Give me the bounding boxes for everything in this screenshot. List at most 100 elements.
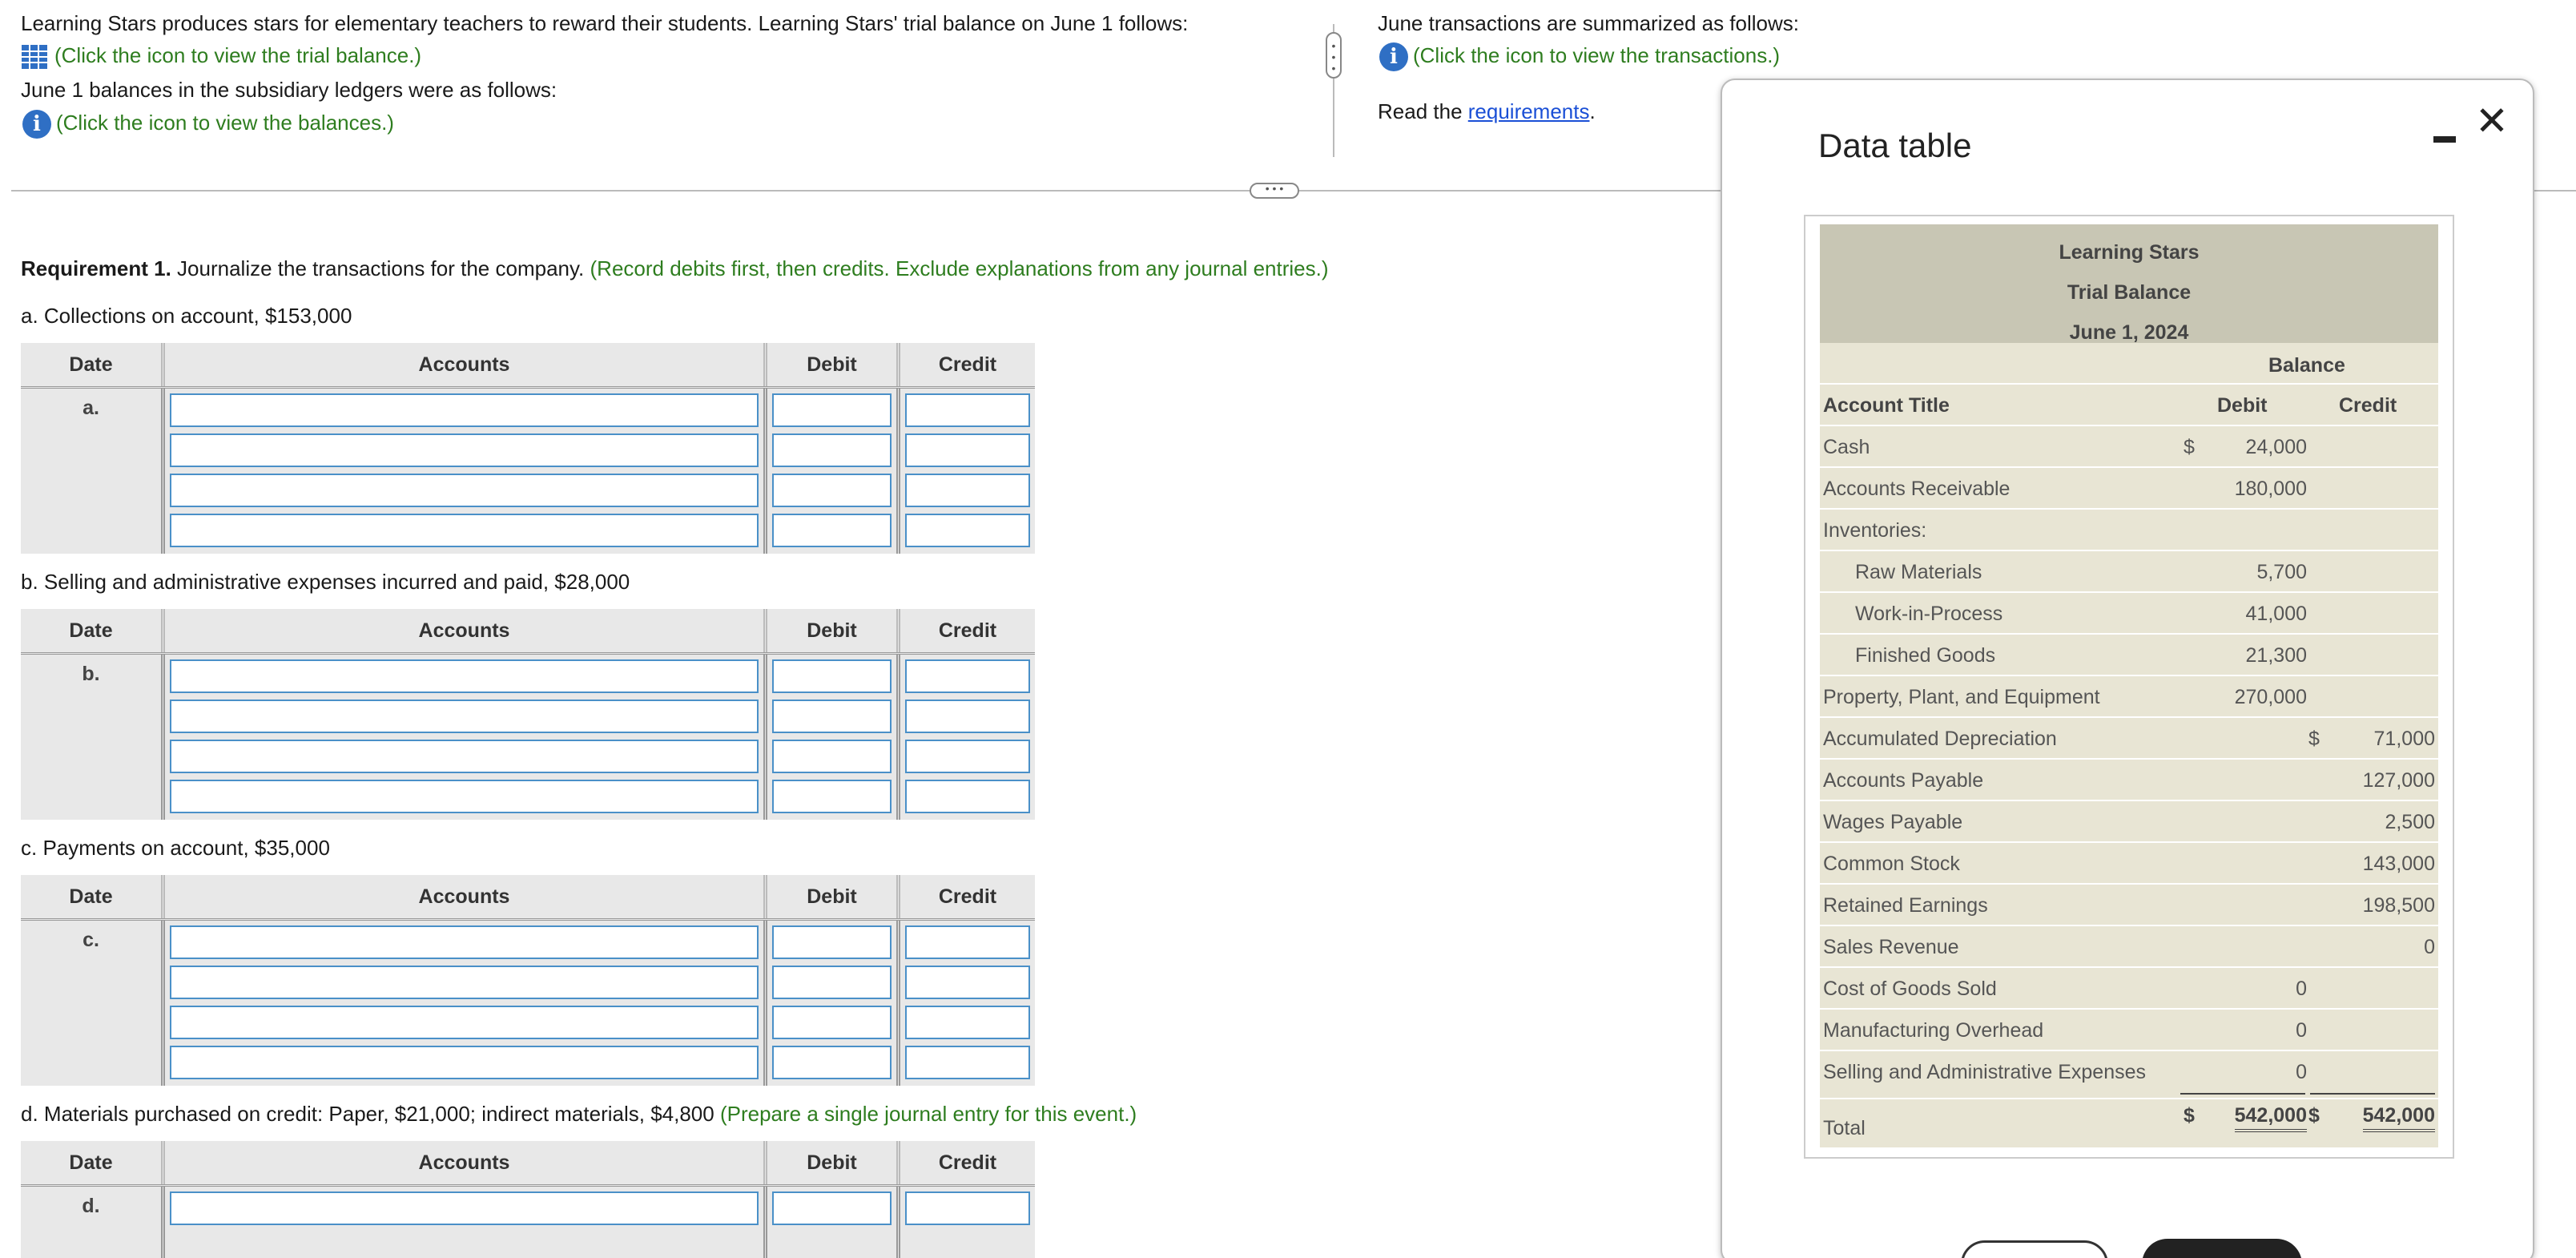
data-table-modal: Data table ✕ Learning Stars Trial Balanc… xyxy=(1721,79,2534,1258)
transactions-link-row[interactable]: i(Click the icon to view the transaction… xyxy=(1379,42,1780,71)
account-input[interactable] xyxy=(170,966,759,999)
trial-balance-row: Accounts Receivable180,000 xyxy=(1820,468,2438,510)
credit-input[interactable] xyxy=(905,740,1030,773)
debit-value: 41,000 xyxy=(2246,603,2307,626)
date-label: c. xyxy=(21,929,161,952)
debit-input[interactable] xyxy=(772,966,892,999)
account-input[interactable] xyxy=(170,433,759,467)
credit-input[interactable] xyxy=(905,659,1030,693)
journal-body: d. xyxy=(21,1184,1035,1258)
debit-underline xyxy=(2180,1093,2305,1095)
account-input[interactable] xyxy=(170,1191,759,1225)
account-title: Cost of Goods Sold xyxy=(1823,978,1997,1001)
debit-header: Debit xyxy=(767,343,900,386)
credit-input[interactable] xyxy=(905,514,1030,547)
debit-input[interactable] xyxy=(772,925,892,959)
credit-input[interactable] xyxy=(905,700,1030,733)
modal-title: Data table xyxy=(1818,127,1971,165)
requirement-hint: (Record debits first, then credits. Excl… xyxy=(590,256,1329,280)
debit-input[interactable] xyxy=(772,740,892,773)
transactions-intro: June transactions are summarized as foll… xyxy=(1378,10,1799,37)
journal-table-d: Date Accounts Debit Credit d. xyxy=(21,1141,1035,1258)
debit-input[interactable] xyxy=(772,1046,892,1079)
credit-input[interactable] xyxy=(905,474,1030,507)
account-input[interactable] xyxy=(170,514,759,547)
trial-balance-row: Selling and Administrative Expenses0 xyxy=(1820,1051,2438,1099)
balances-link-row[interactable]: i(Click the icon to view the balances.) xyxy=(22,109,394,139)
credit-value: 127,000 xyxy=(2363,769,2435,792)
read-suffix: . xyxy=(1589,99,1595,123)
credit-input[interactable] xyxy=(905,966,1030,999)
debit-sign: $ xyxy=(2184,436,2195,459)
intro-line-2: June 1 balances in the subsidiary ledger… xyxy=(21,76,557,103)
trial-balance-link[interactable]: (Click the icon to view the trial balanc… xyxy=(54,43,421,67)
transactions-link[interactable]: (Click the icon to view the transactions… xyxy=(1413,43,1780,67)
debit-input[interactable] xyxy=(772,780,892,813)
account-input[interactable] xyxy=(170,740,759,773)
total-debit-sign: $ xyxy=(2184,1104,2195,1127)
debit-input[interactable] xyxy=(772,659,892,693)
credit-input[interactable] xyxy=(905,1006,1030,1039)
account-input[interactable] xyxy=(170,393,759,427)
journal-table-a: Date Accounts Debit Credit a. xyxy=(21,343,1035,554)
account-input[interactable] xyxy=(170,1006,759,1039)
print-button[interactable] xyxy=(1961,1240,2108,1258)
debit-input[interactable] xyxy=(772,1006,892,1039)
debit-value: 0 xyxy=(2296,978,2307,1001)
account-input[interactable] xyxy=(170,1046,759,1079)
credit-input[interactable] xyxy=(905,1046,1030,1079)
credit-input[interactable] xyxy=(905,393,1030,427)
date-header: Date xyxy=(21,875,165,918)
info-icon[interactable]: i xyxy=(1379,42,1408,71)
credit-value: 143,000 xyxy=(2363,853,2435,876)
accounts-header: Accounts xyxy=(165,875,767,918)
date-header: Date xyxy=(21,343,165,386)
debit-input[interactable] xyxy=(772,393,892,427)
trial-balance-table: Learning Stars Trial Balance June 1, 202… xyxy=(1820,224,2438,1149)
account-title: Selling and Administrative Expenses xyxy=(1823,1061,2146,1084)
debit-input[interactable] xyxy=(772,474,892,507)
trial-balance-row: Wages Payable2,500 xyxy=(1820,801,2438,843)
vertical-resize-handle[interactable]: ••• xyxy=(1326,32,1342,79)
debit-input[interactable] xyxy=(772,700,892,733)
trial-balance-row: Inventories: xyxy=(1820,510,2438,551)
column-header-row: Account Title Debit Credit xyxy=(1820,385,2438,426)
journal-table-b: Date Accounts Debit Credit b. xyxy=(21,609,1035,820)
trial-balance-row: Cost of Goods Sold 0 xyxy=(1820,968,2438,1010)
requirements-link[interactable]: requirements xyxy=(1468,99,1590,123)
info-icon[interactable]: i xyxy=(22,110,51,139)
total-debit: 542,000 xyxy=(2235,1104,2307,1132)
debit-input[interactable] xyxy=(772,1191,892,1225)
horizontal-resize-handle[interactable]: • • • xyxy=(1250,183,1299,199)
account-input[interactable] xyxy=(170,925,759,959)
balances-link[interactable]: (Click the icon to view the balances.) xyxy=(56,111,394,135)
done-button[interactable] xyxy=(2142,1239,2302,1258)
journal-header: Date Accounts Debit Credit xyxy=(21,875,1035,918)
entry-d-title-row: d. Materials purchased on credit: Paper,… xyxy=(21,1100,1137,1127)
trial-balance-row: Common Stock143,000 xyxy=(1820,843,2438,885)
requirement-label: Requirement 1. xyxy=(21,256,171,280)
account-input[interactable] xyxy=(170,659,759,693)
credit-input[interactable] xyxy=(905,925,1030,959)
account-input[interactable] xyxy=(170,780,759,813)
table-icon[interactable] xyxy=(21,44,48,70)
trial-balance-row: Manufacturing Overhead0 xyxy=(1820,1010,2438,1051)
account-input[interactable] xyxy=(170,700,759,733)
debit-header: Debit xyxy=(767,875,900,918)
credit-input[interactable] xyxy=(905,433,1030,467)
account-input[interactable] xyxy=(170,474,759,507)
debit-input[interactable] xyxy=(772,433,892,467)
read-prefix: Read the xyxy=(1378,99,1468,123)
debit-input[interactable] xyxy=(772,514,892,547)
trial-balance-row: Raw Materials5,700 xyxy=(1820,551,2438,593)
minimize-icon[interactable] xyxy=(2433,136,2456,143)
credit-input[interactable] xyxy=(905,1191,1030,1225)
trial-balance-link-row[interactable]: (Click the icon to view the trial balanc… xyxy=(21,42,421,70)
company-name: Learning Stars xyxy=(1820,232,2438,272)
journal-body: b. xyxy=(21,652,1035,820)
credit-input[interactable] xyxy=(905,780,1030,813)
debit-value: 21,300 xyxy=(2246,644,2307,667)
close-icon[interactable]: ✕ xyxy=(2475,101,2509,141)
credit-value: 71,000 xyxy=(2374,728,2435,751)
account-title: Wages Payable xyxy=(1823,811,1962,834)
